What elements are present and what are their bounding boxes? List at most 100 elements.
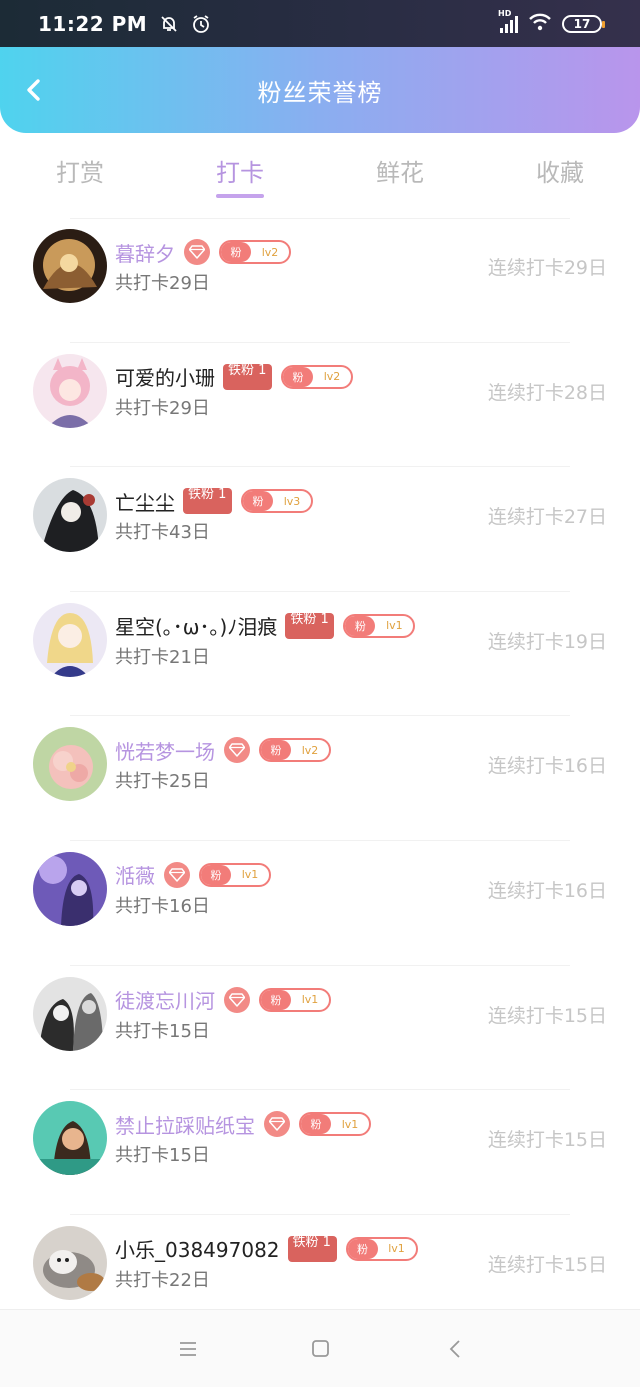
- diamond-icon: [184, 239, 210, 265]
- fan-level-badge: 粉 lv1: [259, 987, 331, 1012]
- fan-row[interactable]: 湉薇 粉 lv1 共打卡16日 连续打卡16日: [0, 841, 640, 966]
- network-type-label: HD: [498, 8, 512, 18]
- streak-checkins: 连续打卡29日: [487, 257, 607, 279]
- user-name[interactable]: 徒渡忘川河: [115, 985, 215, 1014]
- tab-favorites[interactable]: 收藏: [480, 143, 640, 205]
- page-header: 粉丝荣誉榜: [0, 47, 640, 133]
- total-checkins: 共打卡22日: [115, 1269, 210, 1291]
- status-bar: 11:22 PM HD 17: [0, 0, 640, 47]
- mute-icon: [159, 14, 179, 34]
- fan-label: 粉: [301, 1114, 331, 1135]
- fan-row[interactable]: 徒渡忘川河 粉 lv1 共打卡15日 连续打卡15日: [0, 966, 640, 1091]
- streak-checkins: 连续打卡16日: [487, 879, 607, 902]
- streak-checkins: 连续打卡27日: [487, 506, 607, 529]
- name-line: 徒渡忘川河 粉 lv1: [115, 986, 331, 1014]
- tab-bar: 打赏 打卡 鲜花 收藏: [0, 143, 640, 205]
- avatar-anime-blonde-icon: [33, 602, 107, 677]
- tab-flowers[interactable]: 鲜花: [320, 143, 480, 205]
- tab-checkin[interactable]: 打卡: [160, 143, 320, 205]
- fan-label: 粉: [261, 989, 291, 1010]
- avatar[interactable]: [33, 976, 107, 1051]
- streak-checkins: 连续打卡19日: [487, 630, 607, 653]
- avatar-dark-art-icon: [33, 478, 107, 553]
- iron-fan-badge: 铁粉 1: [223, 363, 272, 390]
- user-name[interactable]: 禁止拉踩贴纸宝: [115, 1110, 255, 1139]
- fan-label: 粉: [283, 366, 313, 387]
- status-time: 11:22 PM: [38, 11, 148, 36]
- user-name[interactable]: 恍若梦一场: [115, 736, 215, 765]
- total-checkins: 共打卡15日: [115, 1145, 210, 1167]
- avatar[interactable]: [33, 602, 107, 677]
- fan-row[interactable]: 亡尘尘 铁粉 1 粉 lv3 共打卡43日 连续打卡27日: [0, 467, 640, 592]
- user-name[interactable]: 湉薇: [115, 860, 155, 889]
- avatar-pink-girl-icon: [33, 353, 107, 428]
- user-name[interactable]: 可爱的小珊: [115, 362, 215, 391]
- fan-label: 粉: [347, 1238, 378, 1259]
- iron-fan-badge: 铁粉 1: [287, 1235, 337, 1262]
- system-back-icon[interactable]: [440, 1336, 470, 1362]
- fan-label: 粉: [345, 615, 376, 636]
- fan-level: lv1: [301, 993, 319, 1007]
- wifi-icon: [528, 13, 552, 35]
- fan-level-badge: 粉 lv3: [241, 489, 313, 514]
- avatar[interactable]: [33, 1101, 107, 1176]
- avatar[interactable]: [33, 727, 107, 802]
- menu-icon[interactable]: [173, 1336, 203, 1362]
- battery-indicator: 17: [562, 14, 605, 33]
- fan-level-badge: 粉 lv2: [219, 240, 291, 264]
- fan-label: 粉: [201, 864, 231, 885]
- back-button[interactable]: [20, 75, 48, 105]
- fan-level-badge: 粉 lv1: [299, 1112, 371, 1137]
- avatar[interactable]: [33, 1225, 107, 1300]
- alarm-icon: [191, 14, 211, 34]
- fan-label: 粉: [261, 740, 291, 761]
- fan-row[interactable]: 可爱的小珊 铁粉 1 粉 lv2 共打卡29日 连续打卡28日: [0, 343, 640, 468]
- fan-label: 粉: [221, 242, 251, 262]
- fan-level-badge: 粉 lv1: [199, 862, 271, 887]
- name-line: 恍若梦一场 粉 lv2: [115, 736, 331, 764]
- total-checkins: 共打卡21日: [115, 646, 210, 668]
- fan-level-badge: 粉 lv1: [345, 1236, 418, 1261]
- avatar-bw-couple-icon: [33, 976, 107, 1051]
- fan-row[interactable]: 禁止拉踩贴纸宝 粉 lv1 共打卡15日 连续打卡15日: [0, 1090, 640, 1215]
- fan-level: lv1: [388, 1242, 405, 1256]
- avatar-flower-icon: [33, 727, 107, 802]
- fan-level: lv2: [261, 245, 279, 259]
- fan-row[interactable]: 星空(｡･ω･｡)ﾉ泪痕 铁粉 1 粉 lv1 共打卡21日 连续打卡19日: [0, 592, 640, 717]
- fan-row[interactable]: 恍若梦一场 粉 lv2 共打卡25日 连续打卡16日: [0, 716, 640, 841]
- avatar-purple-girl-icon: [33, 851, 107, 926]
- user-name[interactable]: 星空(｡･ω･｡)ﾉ泪痕: [115, 611, 277, 640]
- diamond-icon: [264, 1111, 290, 1138]
- total-checkins: 共打卡43日: [115, 522, 210, 544]
- avatar-golden-art-icon: [33, 229, 107, 303]
- diamond-icon: [164, 861, 190, 888]
- fan-level: lv2: [323, 370, 341, 384]
- total-checkins: 共打卡29日: [115, 397, 210, 419]
- user-name[interactable]: 暮辞夕: [115, 238, 175, 267]
- name-line: 禁止拉踩贴纸宝 粉 lv1: [115, 1110, 371, 1138]
- fan-level: lv1: [241, 868, 259, 882]
- tab-reward[interactable]: 打赏: [0, 143, 160, 205]
- user-name[interactable]: 小乐_038497082: [115, 1234, 280, 1263]
- avatar[interactable]: [33, 851, 107, 926]
- fan-level: lv1: [341, 1117, 359, 1131]
- name-line: 可爱的小珊 铁粉 1 粉 lv2: [115, 363, 353, 391]
- avatar[interactable]: [33, 353, 107, 428]
- iron-fan-badge: 铁粉 1: [183, 488, 232, 515]
- name-line: 亡尘尘 铁粉 1 粉 lv3: [115, 487, 313, 515]
- avatar[interactable]: [33, 478, 107, 553]
- fan-row[interactable]: 暮辞夕 粉 lv2 共打卡29日 连续打卡29日: [0, 218, 640, 343]
- page-title: 粉丝荣誉榜: [257, 78, 383, 107]
- system-nav-bar: [0, 1309, 640, 1387]
- home-icon[interactable]: [305, 1336, 335, 1362]
- fan-level-badge: 粉 lv1: [343, 613, 416, 638]
- total-checkins: 共打卡25日: [115, 771, 210, 793]
- avatar[interactable]: [33, 229, 107, 303]
- fan-level-badge: 粉 lv2: [259, 738, 331, 763]
- fan-level: lv2: [301, 743, 319, 757]
- avatar-dog-icon: [33, 1225, 107, 1300]
- fan-label: 粉: [243, 491, 273, 512]
- user-name[interactable]: 亡尘尘: [115, 487, 175, 516]
- streak-checkins: 连续打卡15日: [487, 1004, 607, 1027]
- total-checkins: 共打卡29日: [115, 273, 210, 294]
